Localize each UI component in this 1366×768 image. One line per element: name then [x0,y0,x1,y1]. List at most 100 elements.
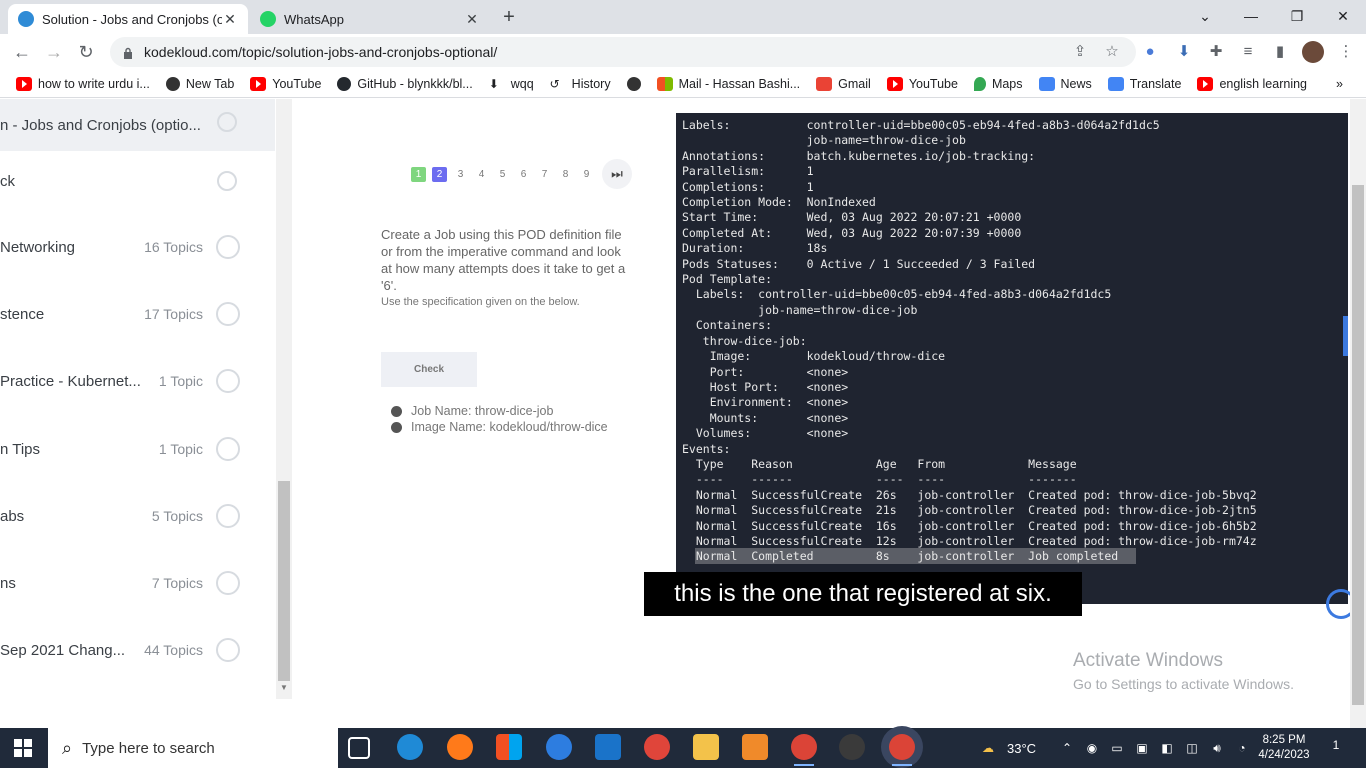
sidebar-item[interactable]: ns 7 Topics [0,550,275,616]
firefox-icon[interactable] [447,734,473,760]
media-queue-icon[interactable]: ≡ [1238,42,1258,62]
download-extension-icon[interactable]: ⬇ [1174,42,1194,62]
terminal-window[interactable]: Labels: controller-uid=bbe00c05-eb94-4fe… [676,113,1348,604]
sidebar-item[interactable]: stence 17 Topics [0,281,275,347]
chrome-profile-icon[interactable] [889,734,915,766]
microphone-icon[interactable]: ● [1140,42,1160,62]
tab-whatsapp[interactable]: WhatsApp ✕ [250,4,490,34]
watermark-subtitle: Go to Settings to activate Windows. [1073,676,1294,692]
taskbar-clock[interactable]: 8:25 PM 4/24/2023 [1254,733,1314,763]
sidebar-item[interactable]: abs 5 Topics [0,483,275,549]
side-panel-icon[interactable]: ▮ [1270,42,1290,62]
wifi-icon[interactable]: ◔ [1233,739,1251,757]
app-swirl-icon[interactable] [644,734,670,760]
teams-chat-icon[interactable] [546,734,572,760]
bookmark-item[interactable]: ⬇ wqq [489,77,534,91]
bookmark-star-icon[interactable]: ☆ [1102,42,1122,62]
sidebar-item[interactable]: Sep 2021 Chang... 44 Topics [0,617,275,683]
display-icon[interactable]: ◫ [1183,739,1201,757]
weather-icon[interactable]: ☁ [976,739,1000,757]
address-bar[interactable]: kodekloud.com/topic/solution-jobs-and-cr… [110,37,1136,67]
topic-count: 5 Topics [151,508,203,524]
forward-arrow-icon[interactable]: → [40,38,68,66]
scroll-down-arrow-icon[interactable]: ▼ [280,683,288,692]
page-button[interactable]: 1 [411,166,426,182]
minimize-button[interactable]: — [1228,4,1274,28]
tab-search-icon[interactable]: ⌄ [1182,4,1228,28]
sidebar-scrollbar[interactable]: ▼ [276,99,292,699]
tab-solution-jobs[interactable]: Solution - Jobs and Cronjobs (op ✕ [8,4,248,34]
menu-kebab-icon[interactable]: ⋮ [1336,42,1356,62]
page-scrollbar[interactable] [1350,99,1366,728]
sidebar-item[interactable]: ck [0,148,275,214]
close-window-button[interactable]: ✕ [1320,4,1366,28]
close-tab-icon[interactable]: ✕ [464,11,480,27]
check-button[interactable]: Check [381,352,477,387]
bookmark-item[interactable]: News [1038,76,1092,91]
bookmark-item[interactable]: Gmail [816,76,871,91]
show-hidden-icons-chevron-icon[interactable]: ⌃ [1058,739,1076,757]
maps-pin-icon [973,76,986,91]
windows-start-icon[interactable] [14,739,32,757]
bookmark-item[interactable]: YouTube [886,76,958,91]
bookmark-item[interactable]: ↺ History [550,77,611,91]
file-explorer-icon[interactable] [693,734,719,760]
back-arrow-icon[interactable]: ← [8,38,36,66]
bookmark-item[interactable]: GitHub - blynkkk/bl... [337,76,473,91]
mail-icon[interactable] [595,734,621,760]
page-button[interactable]: 6 [516,167,531,182]
page-scrollbar-thumb[interactable] [1352,185,1364,705]
notification-icon[interactable]: 1 [1326,738,1346,758]
extensions-puzzle-icon[interactable]: ✚ [1206,42,1226,62]
page-button[interactable]: 4 [474,167,489,182]
page-button[interactable]: 8 [558,167,573,182]
sidebar-item[interactable]: n - Jobs and Cronjobs (optio... [0,99,275,151]
topic-count: 17 Topics [144,306,203,322]
record-icon[interactable]: ◉ [1083,739,1101,757]
battery-icon[interactable]: ▭ [1108,739,1126,757]
page-button[interactable]: 2 [432,166,447,182]
taskbar-search[interactable]: ⌕ Type here to search [48,728,338,768]
bookmark-item[interactable]: Maps [973,76,1023,91]
new-tab-button[interactable]: + [498,6,520,28]
obs-recorder-icon[interactable] [839,734,865,760]
restore-button[interactable]: ❐ [1274,4,1320,28]
sidebar-item[interactable]: n Tips 1 Topic [0,416,275,482]
task-view-icon[interactable] [348,737,370,759]
profile-avatar[interactable] [1302,41,1324,63]
url-text: kodekloud.com/topic/solution-jobs-and-cr… [144,44,498,60]
microsoft-store-icon[interactable] [496,734,522,760]
bookmarks-overflow-button[interactable]: » [1336,77,1343,91]
bookmark-item[interactable]: New Tab [165,76,234,91]
bookmark-item[interactable]: english learning [1197,76,1307,91]
topic-count: 7 Topics [151,575,203,591]
sidebar-item[interactable]: Practice - Kubernet... 1 Topic [0,348,275,414]
temperature[interactable]: 33°C [1007,741,1036,756]
topic-count: 44 Topics [144,642,203,658]
windows-taskbar: ⌕ Type here to search ☁ 33°C ⌃ ◉ ▭ ▣ ◧ ◫… [0,728,1366,768]
reload-icon[interactable]: ↻ [72,38,100,66]
edge-browser-icon[interactable] [397,734,423,760]
bookmark-item[interactable]: YouTube [250,76,321,91]
bookmark-item[interactable]: Mail - Hassan Bashi... [656,76,800,91]
progress-circle-icon [217,171,237,191]
share-icon[interactable]: ⇪ [1070,42,1090,62]
camera-icon[interactable]: ◧ [1158,739,1176,757]
close-tab-icon[interactable]: ✕ [222,11,238,27]
network-icon[interactable]: ▣ [1133,739,1151,757]
volume-icon[interactable]: 🔊︎ [1208,739,1226,757]
skip-to-last-icon[interactable]: ⏭ [602,159,632,189]
topic-count: 1 Topic [158,373,203,389]
bookmark-item[interactable]: Translate [1107,76,1181,91]
page-button[interactable]: 5 [495,167,510,182]
page-button[interactable]: 7 [537,167,552,182]
page-button[interactable]: 9 [579,167,594,182]
sidebar-item[interactable]: Networking 16 Topics [0,214,275,280]
settings-gear-icon[interactable] [742,734,768,760]
progress-circle-icon [216,571,240,595]
bookmark-item[interactable]: how to write urdu i... [16,76,150,91]
chrome-icon[interactable] [791,734,817,766]
bookmark-item[interactable] [626,76,641,91]
page-button[interactable]: 3 [453,167,468,182]
sidebar-scrollbar-thumb[interactable] [278,481,290,681]
